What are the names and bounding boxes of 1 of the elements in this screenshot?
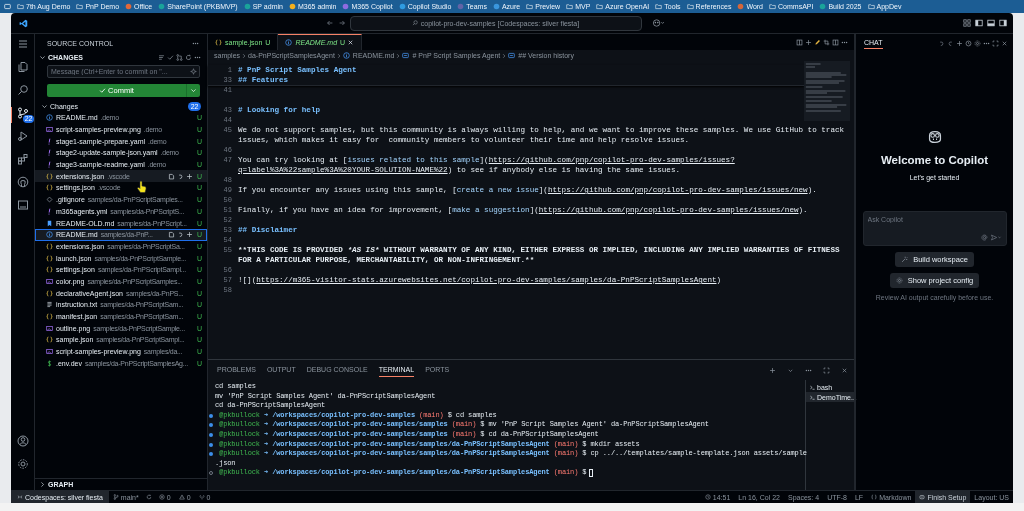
welcome-title: Welcome to Copilot [880, 154, 989, 166]
